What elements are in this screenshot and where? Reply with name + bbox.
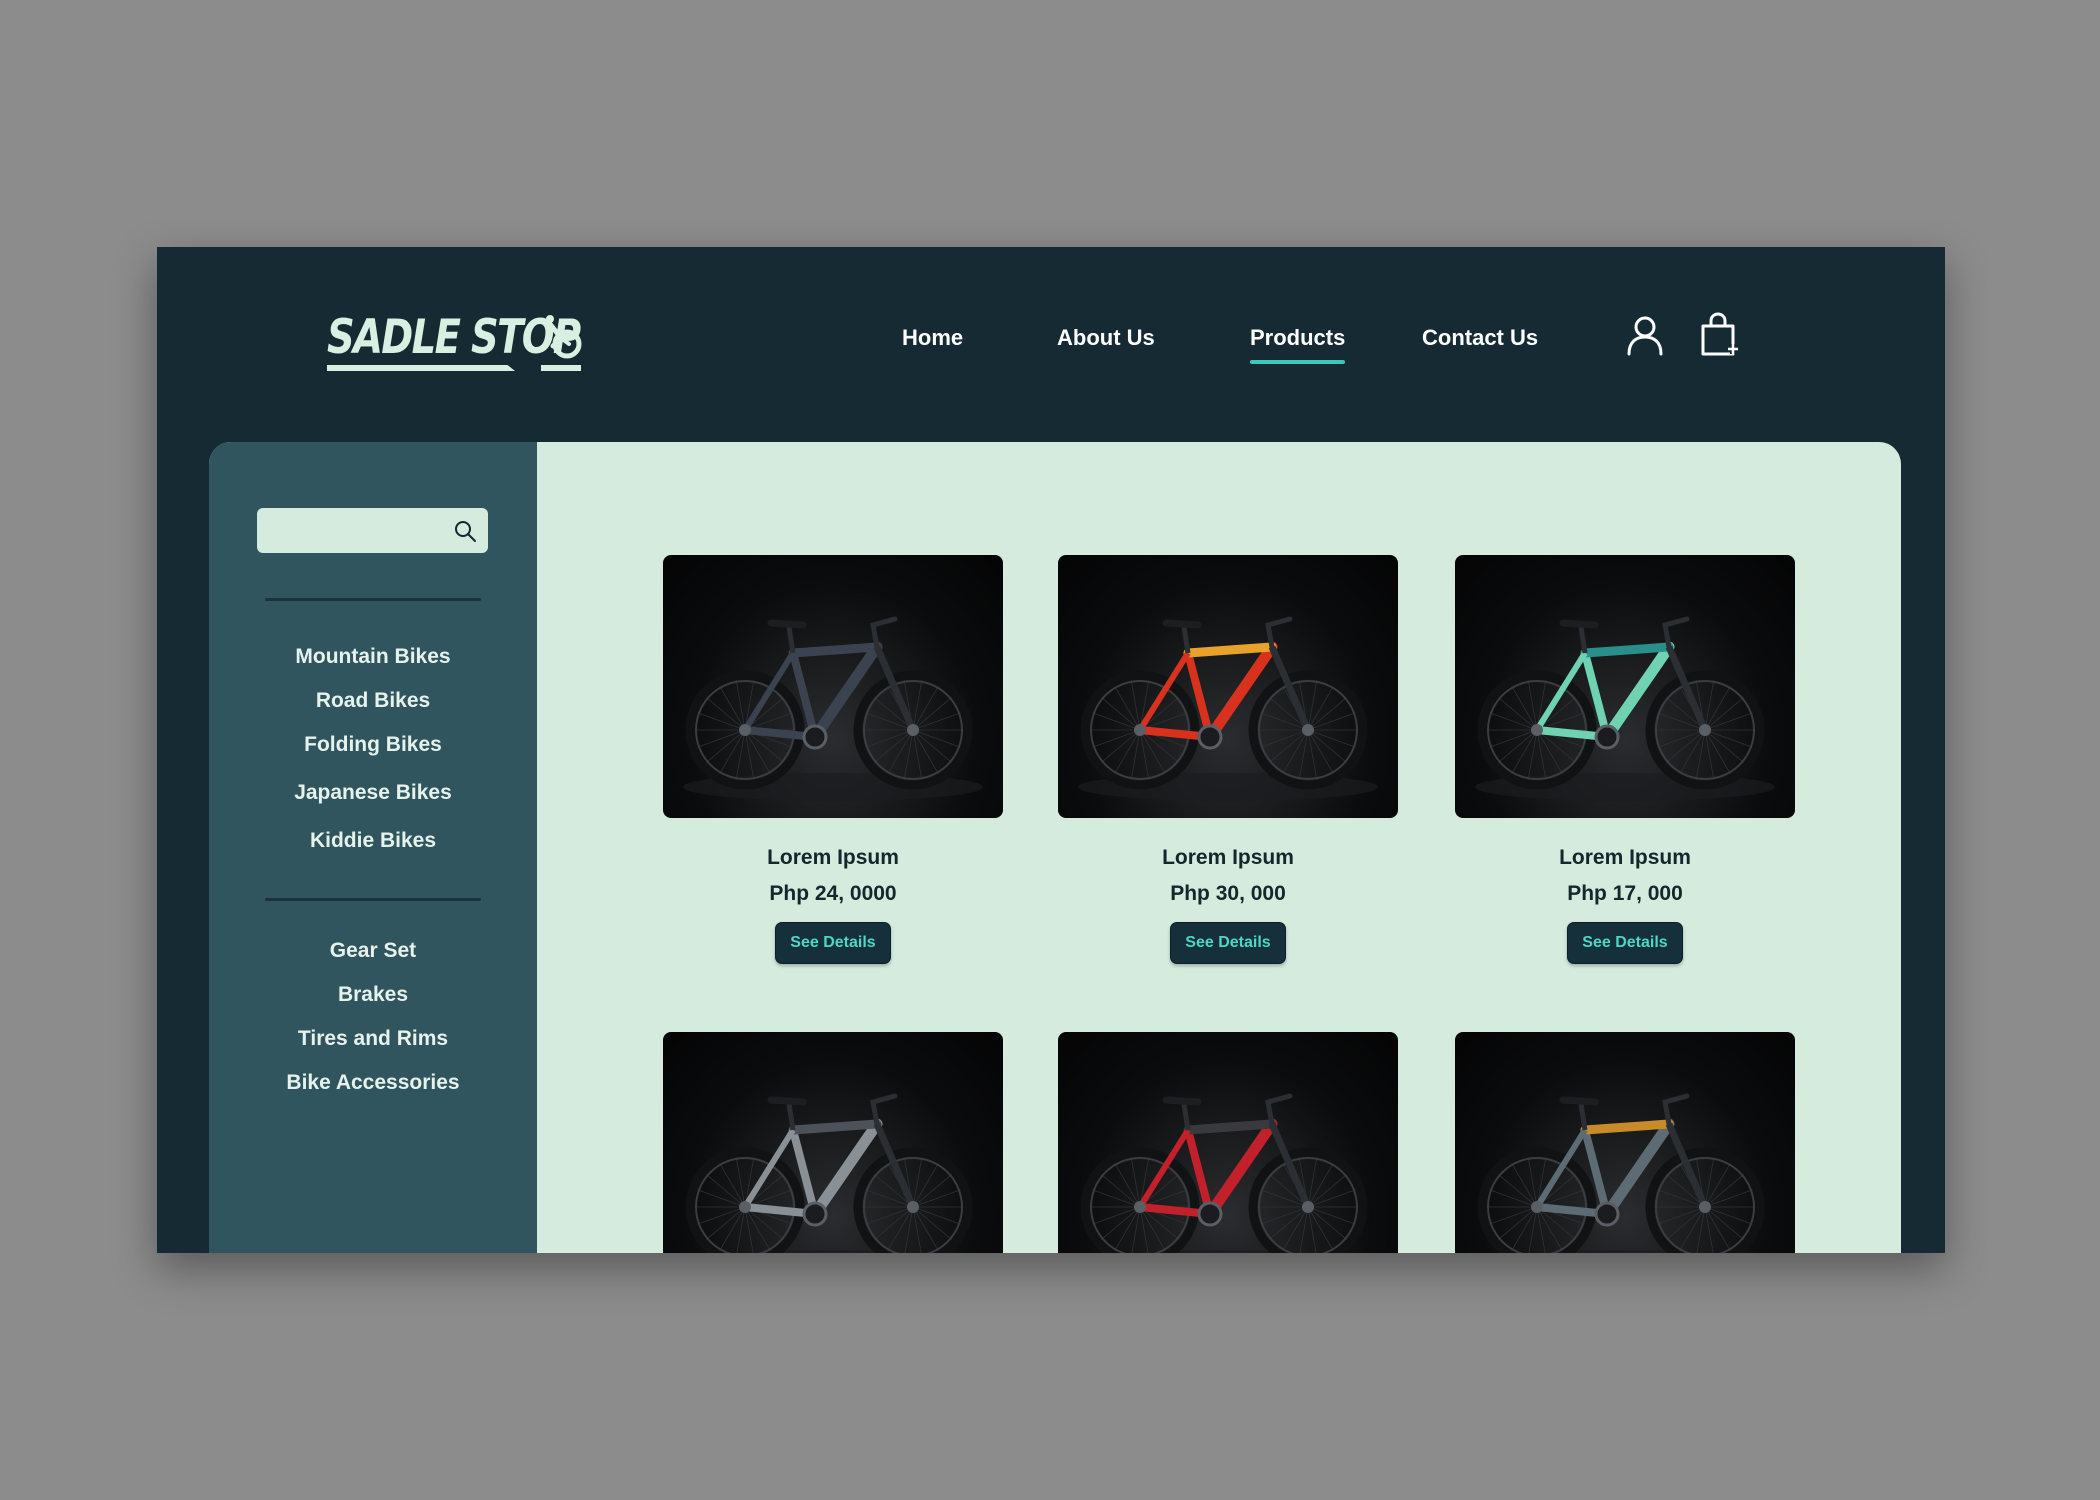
bicycle-icon [541, 315, 582, 371]
sidebar-item-japanese-bikes[interactable]: Japanese Bikes [209, 778, 537, 808]
shopping-bag-icon[interactable] [1697, 312, 1741, 356]
sidebar-divider [265, 898, 481, 901]
main-content: Mountain Bikes Road Bikes Folding Bikes … [209, 442, 1901, 1253]
nav-home[interactable]: Home [902, 322, 963, 354]
product-image[interactable] [663, 1032, 1003, 1253]
sidebar-item-folding-bikes[interactable]: Folding Bikes [209, 730, 537, 760]
bicycle-photo [1080, 1093, 1368, 1253]
bicycle-photo [1475, 616, 1775, 801]
search-input[interactable] [267, 514, 441, 549]
brand-logo[interactable]: SADLE STOP [327, 312, 592, 372]
nav-contact-us[interactable]: Contact Us [1422, 322, 1538, 354]
product-price: Php 30, 000 [1170, 882, 1286, 905]
sidebar: Mountain Bikes Road Bikes Folding Bikes … [209, 442, 537, 1253]
product-price: Php 24, 0000 [769, 882, 897, 905]
product-name: Lorem Ipsum [1162, 846, 1294, 869]
sidebar-item-road-bikes[interactable]: Road Bikes [209, 686, 537, 716]
product-name: Lorem Ipsum [1559, 846, 1691, 869]
search-box[interactable] [257, 508, 488, 553]
nav-products[interactable]: Products [1250, 322, 1346, 364]
sidebar-item-gear-set[interactable]: Gear Set [209, 936, 537, 966]
product-image[interactable] [1058, 555, 1398, 818]
see-details-button[interactable]: See Details [1170, 922, 1286, 964]
bicycle-photo [1078, 616, 1378, 801]
see-details-button[interactable]: See Details [775, 922, 891, 964]
product-image[interactable] [1455, 1032, 1795, 1253]
product-name: Lorem Ipsum [767, 846, 899, 869]
see-details-button[interactable]: See Details [1567, 922, 1683, 964]
sidebar-item-brakes[interactable]: Brakes [209, 980, 537, 1010]
sidebar-divider [265, 598, 481, 601]
product-image[interactable] [663, 555, 1003, 818]
app-window: SADLE STOP Home About Us Products Contac… [157, 247, 1945, 1253]
sidebar-item-bike-accessories[interactable]: Bike Accessories [209, 1068, 537, 1098]
search-icon[interactable] [453, 519, 477, 543]
bicycle-photo [685, 1093, 973, 1253]
sidebar-item-tires-and-rims[interactable]: Tires and Rims [209, 1024, 537, 1054]
logo-underline [327, 365, 515, 371]
bicycle-photo [683, 616, 983, 801]
nav-about-us[interactable]: About Us [1057, 322, 1155, 354]
sidebar-item-mountain-bikes[interactable]: Mountain Bikes [209, 642, 537, 672]
product-image[interactable] [1058, 1032, 1398, 1253]
bicycle-photo [1477, 1093, 1765, 1253]
product-image[interactable] [1455, 555, 1795, 818]
sidebar-item-kiddie-bikes[interactable]: Kiddie Bikes [209, 826, 537, 856]
product-price: Php 17, 000 [1567, 882, 1683, 905]
user-icon[interactable] [1623, 312, 1667, 356]
